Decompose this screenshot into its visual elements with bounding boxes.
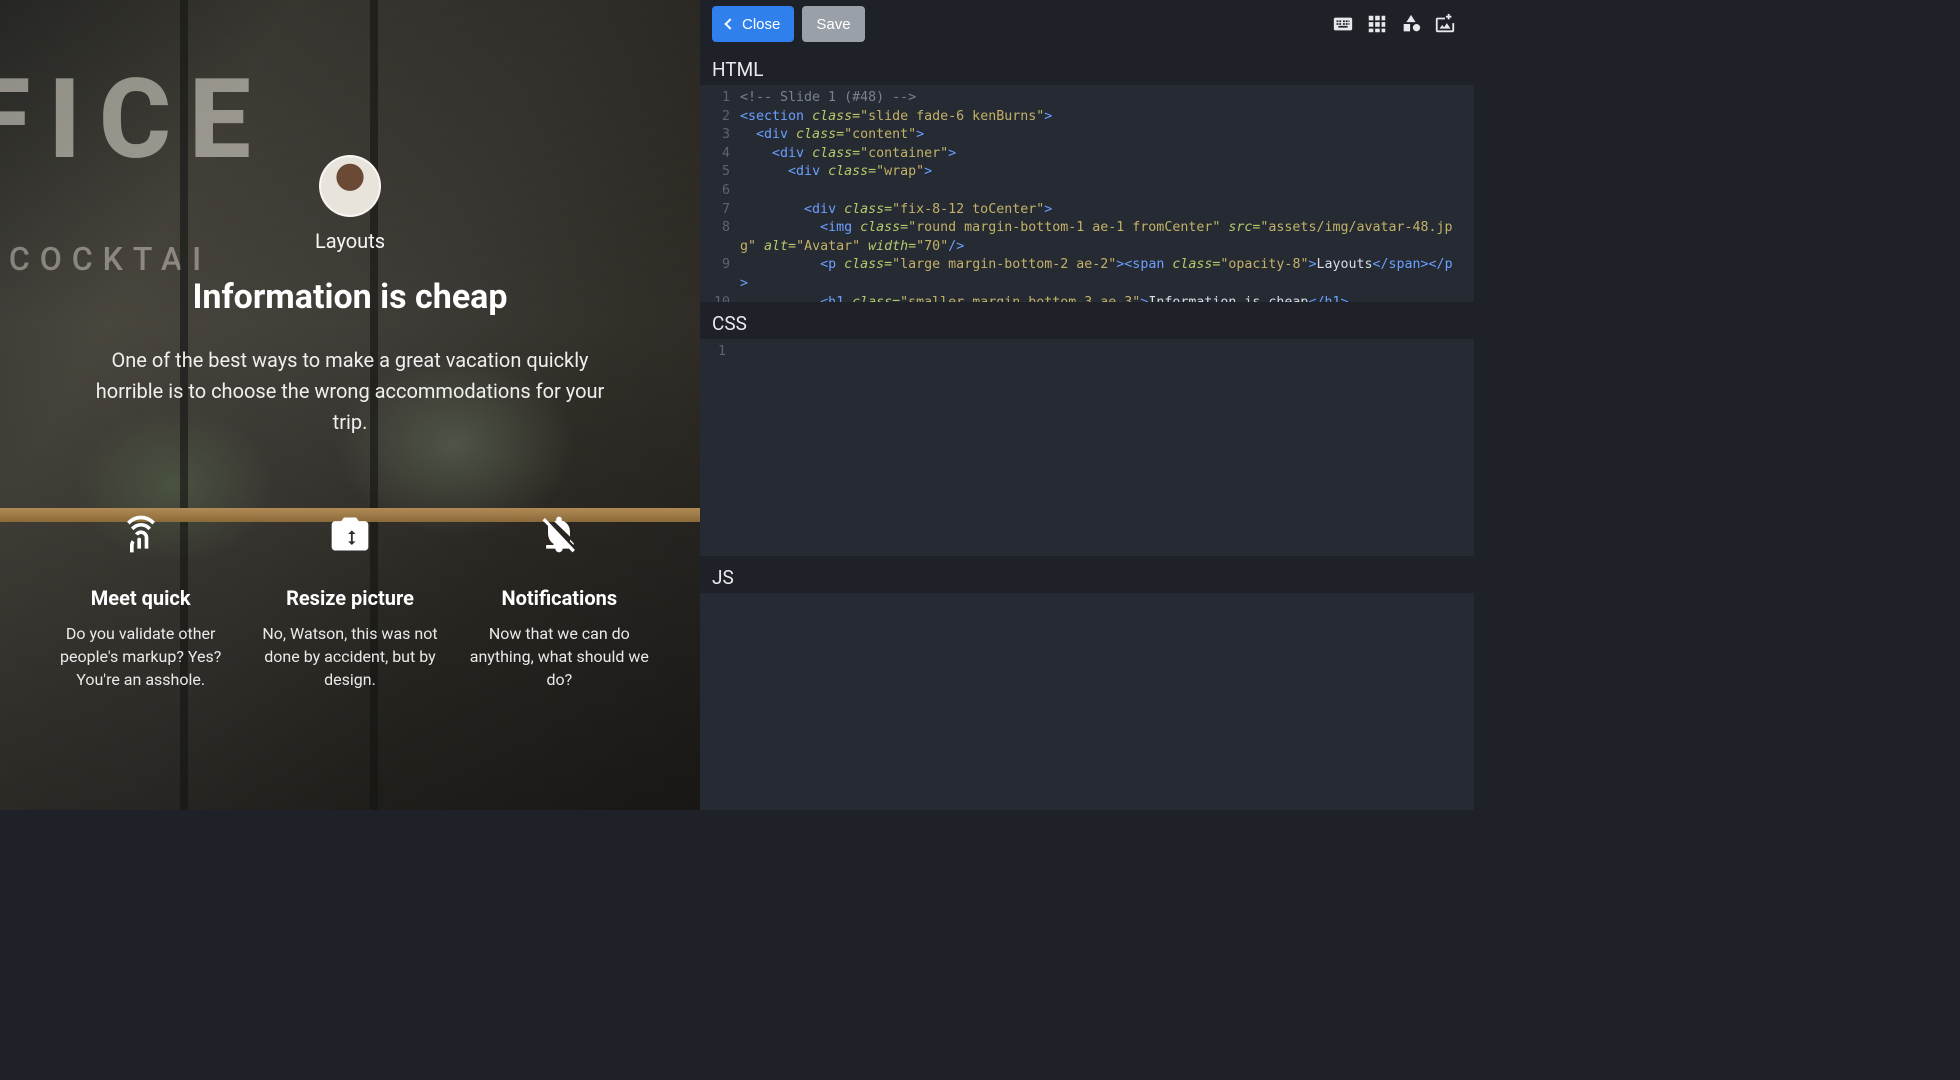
feature-notifications: Notifications Now that we can do anythin… — [464, 508, 654, 692]
html-section-label: HTML — [700, 48, 1474, 85]
switch-camera-icon — [255, 508, 445, 560]
editor-toolbar: Close Save — [700, 0, 1474, 48]
slide-title: Information is cheap — [36, 277, 664, 317]
feature-meet-quick: Meet quick Do you validate other people'… — [46, 508, 236, 692]
feature-title: Resize picture — [255, 586, 445, 610]
feature-body: Now that we can do anything, what should… — [464, 622, 654, 692]
js-section-label: JS — [700, 556, 1474, 593]
code-editor-panel: Close Save HTML 1<!-- Slide 1 (#48) -->2… — [700, 0, 1474, 810]
avatar — [319, 155, 381, 217]
layouts-label: Layouts — [0, 229, 700, 253]
html-code-editor[interactable]: 1<!-- Slide 1 (#48) -->2<section class="… — [700, 85, 1474, 302]
feature-body: Do you validate other people's markup? Y… — [46, 622, 236, 692]
feature-resize-picture: Resize picture No, Watson, this was not … — [255, 508, 445, 692]
slide-lead: One of the best ways to make a great vac… — [80, 345, 620, 438]
js-code-editor[interactable] — [700, 593, 1474, 810]
feature-body: No, Watson, this was not done by acciden… — [255, 622, 445, 692]
features-row: Meet quick Do you validate other people'… — [0, 438, 700, 692]
feature-title: Notifications — [464, 586, 654, 610]
chevron-left-icon — [724, 18, 735, 29]
keyboard-icon[interactable] — [1326, 10, 1360, 38]
close-button[interactable]: Close — [712, 6, 794, 42]
slide-content: Layouts Information is cheap One of the … — [0, 0, 700, 438]
slide-preview: FICE - COCKTAI Layouts Information is ch… — [0, 0, 700, 810]
add-image-icon[interactable] — [1428, 10, 1462, 38]
grid-icon[interactable] — [1360, 10, 1394, 38]
css-code-editor[interactable]: 1 — [700, 339, 1474, 556]
css-section-label: CSS — [700, 302, 1474, 339]
fingerprint-icon — [46, 508, 236, 560]
shapes-icon[interactable] — [1394, 10, 1428, 38]
feature-title: Meet quick — [46, 586, 236, 610]
save-button[interactable]: Save — [802, 6, 864, 42]
notifications-off-icon — [464, 508, 654, 560]
